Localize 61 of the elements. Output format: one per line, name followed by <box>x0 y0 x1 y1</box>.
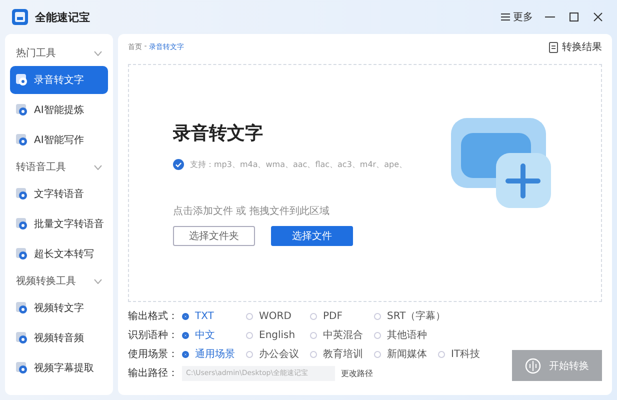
convert-icon <box>525 358 541 374</box>
option-label: 识别语种： <box>128 328 179 342</box>
radio-option[interactable]: IT科技 <box>438 347 502 361</box>
radio-option[interactable]: SRT（字幕） <box>374 309 446 323</box>
sidebar-item[interactable]: 超长文本转写 <box>10 240 108 268</box>
maximize-icon <box>569 12 579 22</box>
option-label: 使用场景： <box>128 348 179 361</box>
check-circle-icon <box>173 158 184 170</box>
sidebar-item[interactable]: 批量文字转语音 <box>10 210 108 238</box>
select-file-button[interactable]: 选择文件 <box>271 226 353 246</box>
sidebar-item[interactable]: 录音转文字 <box>10 66 108 94</box>
tool-icon <box>16 332 28 344</box>
tool-icon <box>16 302 28 314</box>
radio-option[interactable]: WORD <box>246 310 310 322</box>
document-icon <box>549 42 558 52</box>
app-logo-icon <box>12 9 28 25</box>
radio-option[interactable]: 其他语种 <box>374 328 438 342</box>
supported-formats-text: 支持：mp3、m4a、wma、aac、flac、ac3、m4r、ape、 <box>190 158 407 170</box>
upload-heading: 录音转文字 <box>173 122 264 144</box>
chevron-down-icon <box>94 278 102 284</box>
radio-option[interactable]: 中英混合 <box>310 328 374 342</box>
start-convert-button: 开始转换 <box>512 350 602 381</box>
tool-icon <box>16 74 28 86</box>
menu-icon <box>501 13 510 21</box>
maximize-button[interactable] <box>567 10 581 24</box>
sidebar-group-title[interactable]: 视频转换工具 <box>16 274 76 288</box>
sidebar-item[interactable]: 视频转音频 <box>10 324 108 352</box>
sidebar-item[interactable]: AI智能写作 <box>10 126 108 154</box>
tool-icon <box>16 188 28 200</box>
close-icon <box>593 12 603 22</box>
radio-option[interactable]: 通用场景 <box>182 347 246 361</box>
tool-icon <box>16 104 28 116</box>
option-label: 输出路径： <box>128 366 179 380</box>
chevron-down-icon <box>94 164 102 170</box>
tool-icon <box>16 362 28 374</box>
change-path-button[interactable]: 更改路径 <box>341 368 373 378</box>
conversion-result-button[interactable]: 转换结果 <box>549 40 602 54</box>
sidebar-item[interactable]: 文字转语音 <box>10 180 108 208</box>
sidebar-item[interactable]: AI智能提炼 <box>10 96 108 124</box>
radio-option[interactable]: PDF <box>310 310 374 322</box>
drop-zone[interactable]: 录音转文字 支持：mp3、m4a、wma、aac、flac、ac3、m4r、ape、 点击添加文件 或 拖拽文件到此区域 选择文件夹 选择文件 <box>128 64 602 302</box>
sidebar-group-title[interactable]: 热门工具 <box>16 46 56 60</box>
radio-option[interactable]: English <box>246 330 310 340</box>
app-title: 全能速记宝 <box>35 10 90 24</box>
sidebar-group-title[interactable]: 转语音工具 <box>16 160 66 174</box>
more-button[interactable]: 更多 <box>501 10 533 24</box>
close-button[interactable] <box>591 10 605 24</box>
select-folder-button[interactable]: 选择文件夹 <box>173 226 255 246</box>
tool-icon <box>16 248 28 260</box>
radio-option[interactable]: TXT <box>182 310 246 322</box>
drop-hint-text: 点击添加文件 或 拖拽文件到此区域 <box>173 204 330 218</box>
chevron-down-icon <box>94 50 102 56</box>
option-label: 输出格式： <box>128 310 179 323</box>
sidebar-item[interactable]: 视频转文字 <box>10 294 108 322</box>
sidebar-item[interactable]: 视频字幕提取 <box>10 354 108 382</box>
tool-icon <box>16 218 28 230</box>
radio-option[interactable]: 办公会议 <box>246 347 310 361</box>
tool-icon <box>16 134 28 146</box>
radio-option[interactable]: 教育培训 <box>310 347 374 361</box>
radio-option[interactable]: 新闻媒体 <box>374 347 438 361</box>
radio-option[interactable]: 中文 <box>182 328 246 342</box>
